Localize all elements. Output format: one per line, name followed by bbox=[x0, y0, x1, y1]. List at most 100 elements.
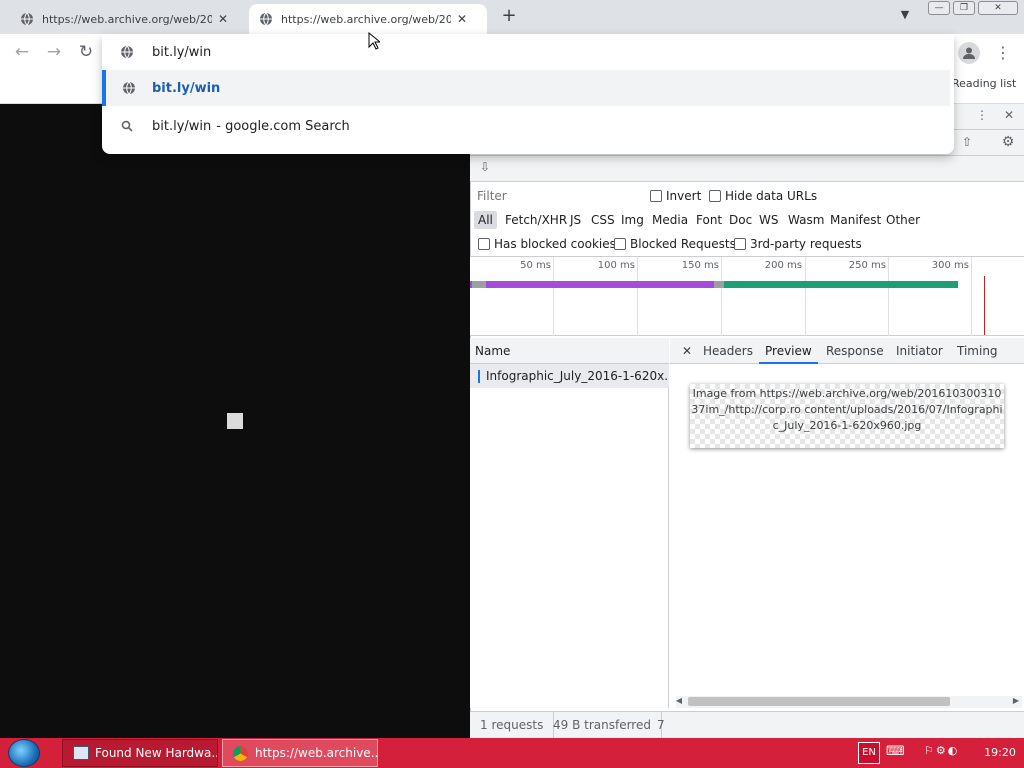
tab-title: https://web.archive.org/web/201610300310… bbox=[42, 12, 212, 26]
request-name: Infographic_July_2016-1-620x... bbox=[486, 369, 669, 383]
profile-button[interactable] bbox=[958, 42, 980, 64]
gear-icon[interactable]: ⚙ bbox=[1000, 134, 1016, 150]
omnibox-dropdown: bit.ly/win bit.ly/win bit.ly/win - googl… bbox=[102, 34, 954, 154]
type-filter-manifest[interactable]: Manifest bbox=[827, 211, 884, 229]
download-har-icon[interactable]: ⇩ bbox=[478, 160, 492, 174]
type-filter-fetch-xhr[interactable]: Fetch/XHR bbox=[502, 211, 570, 229]
window-icon bbox=[73, 746, 89, 760]
close-tab-icon[interactable]: ✕ bbox=[218, 12, 228, 26]
timeline-tick: 100 ms bbox=[597, 260, 635, 271]
third-party-requests-checkbox[interactable]: 3rd-party requests bbox=[734, 236, 862, 251]
has-blocked-cookies-checkbox[interactable]: Has blocked cookies bbox=[478, 236, 616, 251]
language-indicator[interactable]: EN bbox=[858, 742, 880, 764]
checkbox-box[interactable] bbox=[709, 189, 721, 202]
grid-line bbox=[971, 257, 972, 336]
request-detail-tabs: ✕ Headers Preview Response Initiator Tim… bbox=[670, 338, 1024, 364]
close-window-button[interactable]: ✕ bbox=[978, 1, 1018, 15]
taskbar-item-label: https://web.archive.... bbox=[255, 746, 378, 760]
checkbox-box[interactable] bbox=[614, 237, 626, 250]
scrollbar-thumb[interactable] bbox=[688, 697, 950, 706]
type-filter-media[interactable]: Media bbox=[649, 211, 691, 229]
has-blocked-cookies-label: Has blocked cookies bbox=[494, 236, 616, 251]
resources-size: 7 bbox=[657, 718, 665, 732]
page-image-placeholder bbox=[227, 413, 243, 429]
document-icon bbox=[478, 369, 480, 383]
suggestion-url[interactable]: bit.ly/win bbox=[102, 70, 950, 106]
globe-icon bbox=[21, 12, 33, 26]
system-tray-icons[interactable]: ⚐⚙◐ bbox=[924, 744, 974, 760]
blocked-requests-checkbox[interactable]: Blocked Requests bbox=[614, 236, 736, 251]
image-preview: Image from https://web.archive.org/web/2… bbox=[690, 384, 1004, 448]
type-filter-wasm[interactable]: Wasm bbox=[785, 211, 827, 229]
third-party-requests-label: 3rd-party requests bbox=[750, 236, 862, 251]
tab-title: https://web.archive.org/web/201610300310… bbox=[281, 12, 451, 26]
grid-line bbox=[888, 257, 889, 336]
timeline-bar-download bbox=[720, 281, 958, 288]
request-row[interactable]: Infographic_July_2016-1-620x... bbox=[470, 364, 669, 388]
suggestion-text: bit.ly/win bbox=[152, 118, 212, 134]
type-filter-ws[interactable]: WS bbox=[756, 211, 781, 229]
tab-timing[interactable]: Timing bbox=[951, 338, 1004, 364]
close-tab-icon[interactable]: ✕ bbox=[457, 12, 467, 26]
type-filter-css[interactable]: CSS bbox=[588, 211, 618, 229]
tab-active[interactable]: https://web.archive.org/web/201610300310… bbox=[249, 4, 487, 34]
timeline-tick: 200 ms bbox=[764, 260, 802, 271]
taskbar-item-label: Found New Hardwa... bbox=[95, 746, 218, 760]
suggestion-search[interactable]: bit.ly/win - google.com Search bbox=[102, 108, 954, 144]
type-filter-other[interactable]: Other bbox=[883, 211, 923, 229]
restore-button[interactable]: ❐ bbox=[953, 1, 975, 15]
more-options-icon[interactable]: ⋮ bbox=[976, 108, 988, 122]
back-button[interactable]: ← bbox=[12, 42, 32, 62]
omnibox-input[interactable]: bit.ly/win bbox=[152, 45, 211, 60]
scroll-left-icon[interactable]: ◀ bbox=[674, 696, 684, 705]
reload-button[interactable]: ↻ bbox=[76, 42, 96, 62]
hide-data-urls-label: Hide data URLs bbox=[725, 188, 818, 203]
timeline-tick: 150 ms bbox=[681, 260, 719, 271]
type-filter-img[interactable]: Img bbox=[618, 211, 647, 229]
timeline-bar-waiting bbox=[470, 281, 720, 288]
checkbox-box[interactable] bbox=[478, 237, 490, 250]
blocked-requests-label: Blocked Requests bbox=[630, 236, 736, 251]
hide-data-urls-checkbox[interactable]: Hide data URLs bbox=[709, 188, 817, 203]
clock[interactable]: 19:20 bbox=[980, 738, 1020, 768]
menu-kebab-icon[interactable]: ⋮ bbox=[995, 42, 1011, 64]
type-filter-all[interactable]: All bbox=[474, 211, 497, 229]
type-filter-doc[interactable]: Doc bbox=[726, 211, 755, 229]
requests-list bbox=[470, 338, 669, 708]
tab-preview[interactable]: Preview bbox=[759, 338, 818, 364]
chevron-down-icon[interactable]: ▼ bbox=[896, 8, 914, 26]
timeline-tick: 250 ms bbox=[848, 260, 886, 271]
type-filter-js[interactable]: JS bbox=[567, 211, 584, 229]
timeline-tick: 50 ms bbox=[520, 260, 551, 271]
minimize-button[interactable]: — bbox=[928, 1, 950, 15]
taskbar-item-hardware[interactable]: Found New Hardwa... bbox=[62, 739, 218, 767]
type-filter-font[interactable]: Font bbox=[693, 211, 725, 229]
timeline-tick: 300 ms bbox=[931, 260, 969, 271]
keyboard-icon[interactable]: ⌨ bbox=[886, 744, 905, 760]
name-column-header[interactable]: Name bbox=[470, 338, 669, 364]
taskbar-item-chrome[interactable]: https://web.archive.... bbox=[222, 739, 378, 767]
start-button[interactable] bbox=[8, 739, 40, 767]
scroll-right-icon[interactable]: ▶ bbox=[1011, 696, 1021, 705]
search-icon bbox=[121, 120, 133, 132]
tab-response[interactable]: Response bbox=[820, 338, 890, 364]
tab-inactive[interactable]: https://web.archive.org/web/201610300310… bbox=[10, 4, 248, 34]
close-detail-icon[interactable]: ✕ bbox=[676, 338, 698, 364]
image-preview-caption: Image from https://web.archive.org/web/2… bbox=[691, 387, 1003, 432]
forward-button[interactable]: → bbox=[44, 42, 64, 62]
mouse-cursor-icon bbox=[368, 32, 380, 50]
checkbox-box[interactable] bbox=[734, 237, 746, 250]
invert-checkbox[interactable]: Invert bbox=[650, 188, 701, 203]
omnibox-input-row[interactable]: bit.ly/win bbox=[102, 34, 954, 70]
import-har-icon[interactable]: ⇧ bbox=[960, 135, 974, 149]
new-tab-button[interactable]: + bbox=[498, 5, 520, 27]
grid-line bbox=[721, 257, 722, 336]
reading-list-button[interactable]: Reading list bbox=[952, 77, 1016, 90]
checkbox-box[interactable] bbox=[650, 189, 662, 202]
close-devtools-icon[interactable]: ✕ bbox=[1002, 108, 1016, 122]
filter-input[interactable] bbox=[475, 186, 637, 206]
tab-headers[interactable]: Headers bbox=[697, 338, 759, 364]
request-count: 1 requests bbox=[470, 712, 555, 739]
tab-initiator[interactable]: Initiator bbox=[890, 338, 949, 364]
invert-label: Invert bbox=[666, 188, 702, 203]
